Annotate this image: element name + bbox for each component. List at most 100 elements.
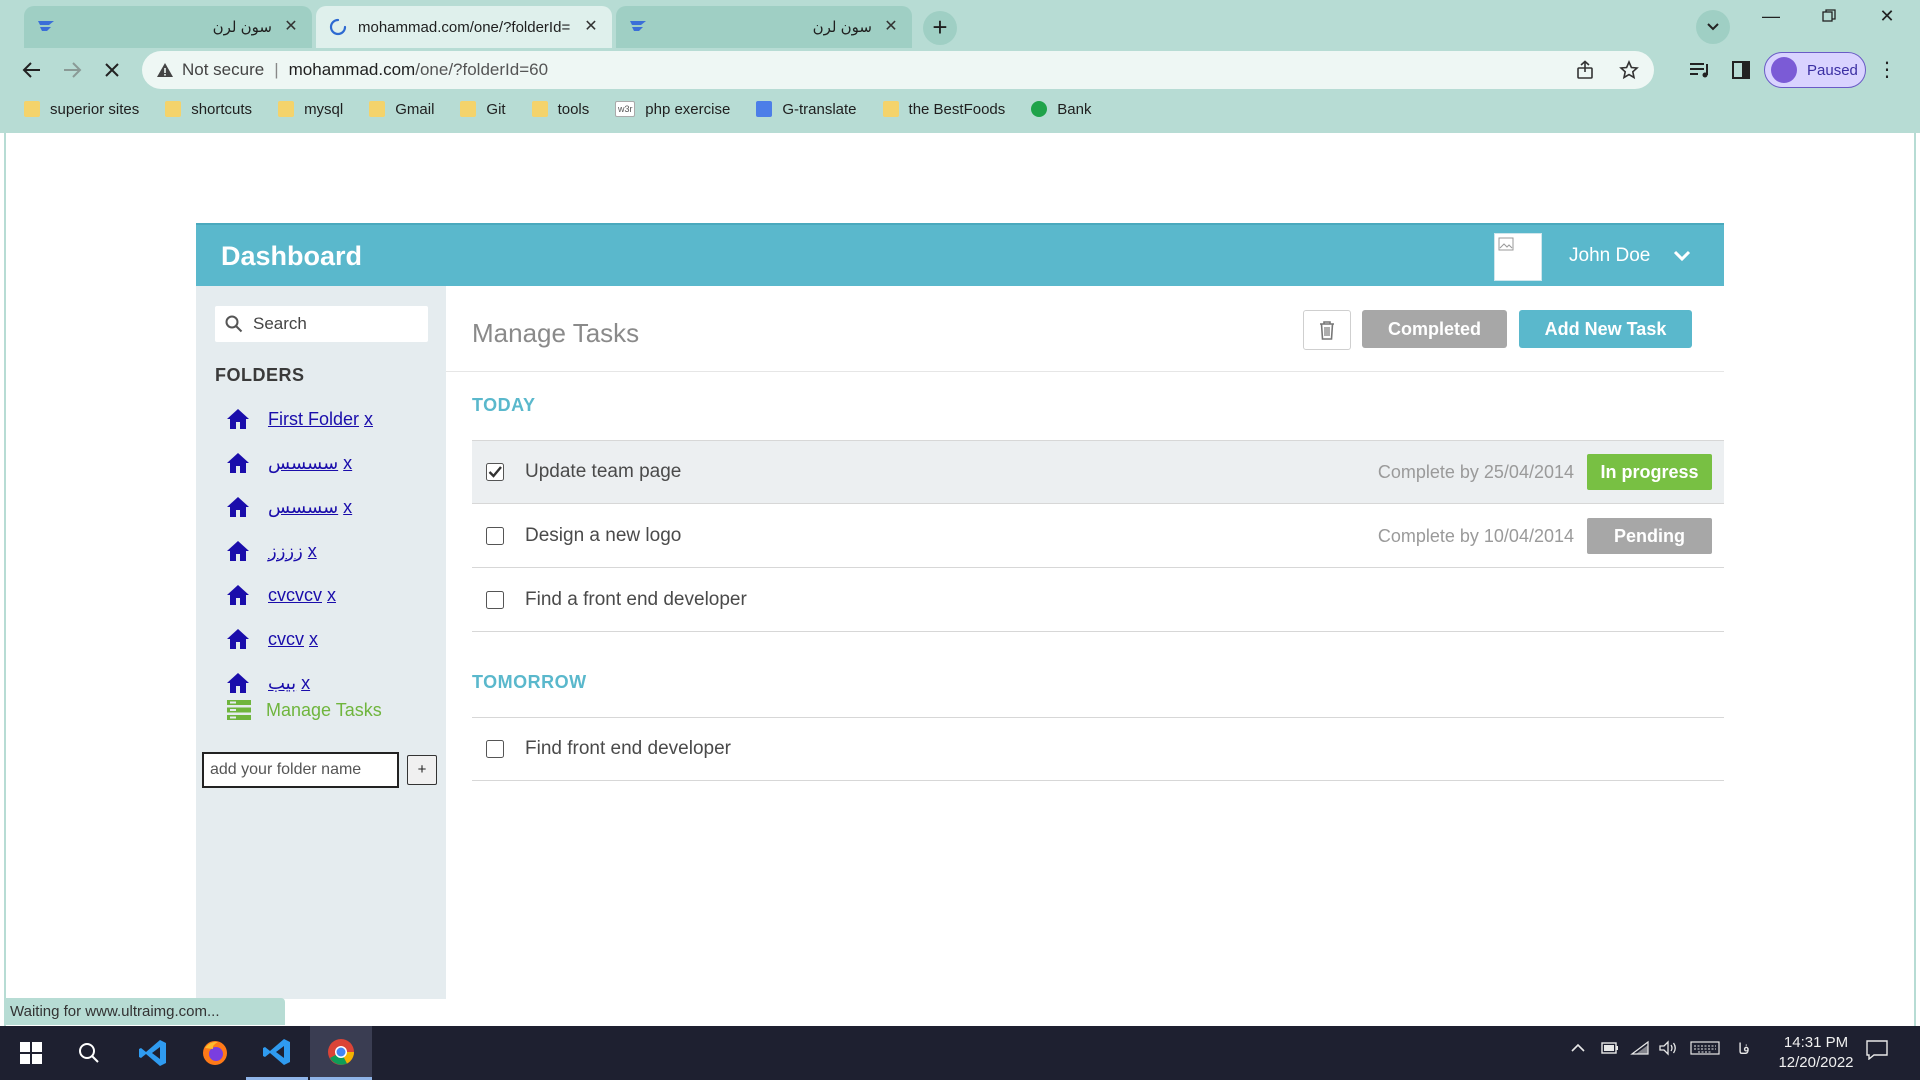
folder-item[interactable]: سسسس x (226, 485, 373, 529)
back-button[interactable] (15, 53, 49, 87)
clock-time: 14:31 PM (1783, 1034, 1849, 1051)
notification-center-icon[interactable] (1866, 1040, 1888, 1064)
start-button[interactable] (0, 1026, 62, 1080)
tab-search-button[interactable] (1696, 10, 1730, 44)
browser-tab-2[interactable]: mohammad.com/one/?folderId= ✕ (316, 6, 612, 48)
browser-tab-3[interactable]: سون لرن ✕ (616, 6, 912, 48)
system-clock[interactable]: 14:31 PM 12/20/2022 (1768, 1033, 1864, 1073)
volume-icon[interactable] (1658, 1040, 1678, 1060)
folder-link[interactable]: cvcvcv (268, 585, 322, 606)
new-tab-button[interactable]: + (923, 11, 957, 45)
task-row[interactable]: Update team page Complete by 25/04/2014 … (472, 441, 1724, 504)
delete-folder-link[interactable]: x (343, 453, 352, 474)
restore-button[interactable] (1800, 0, 1858, 32)
home-icon (227, 497, 249, 517)
bookmark-item[interactable]: tools (531, 101, 589, 118)
delete-folder-link[interactable]: x (343, 497, 352, 518)
avatar (1771, 57, 1797, 83)
taskbar-app-vscode[interactable] (122, 1026, 184, 1080)
folder-name-input[interactable] (202, 752, 399, 788)
close-tab-icon[interactable]: ✕ (882, 18, 900, 36)
media-playlist-icon[interactable] (1686, 56, 1714, 84)
search-input[interactable] (253, 314, 423, 334)
taskbar-app-firefox[interactable] (184, 1026, 246, 1080)
delete-folder-link[interactable]: x (308, 541, 317, 562)
checkbox[interactable] (486, 527, 504, 545)
completed-button[interactable]: Completed (1362, 310, 1507, 348)
bookmark-item[interactable]: Gmail (369, 101, 434, 118)
task-row[interactable]: Find a front end developer (472, 569, 1724, 632)
side-panel-icon[interactable] (1727, 56, 1755, 84)
folder-link[interactable]: سسسس (268, 453, 338, 474)
bookmark-label: Bank (1057, 100, 1092, 118)
taskbar-app-vscode[interactable] (246, 1026, 308, 1080)
bookmark-star-icon[interactable] (1618, 59, 1640, 81)
avatar[interactable] (1494, 233, 1542, 281)
folder-item[interactable]: زززز x (226, 529, 373, 573)
checkbox[interactable] (486, 740, 504, 758)
delete-folder-link[interactable]: x (301, 673, 310, 694)
input-language-indicator[interactable]: فا (1738, 1040, 1750, 1058)
folder-link[interactable]: cvcv (268, 629, 304, 650)
minimize-button[interactable]: — (1742, 0, 1800, 32)
checkbox[interactable] (486, 591, 504, 609)
task-row[interactable]: Find front end developer (472, 718, 1724, 781)
close-tab-icon[interactable]: ✕ (582, 18, 600, 36)
browser-menu-icon[interactable]: ⋮ (1874, 56, 1900, 84)
status-badge: In progress (1587, 454, 1712, 490)
folder-item[interactable]: سسسس x (226, 441, 373, 485)
bookmark-item[interactable]: G-translate (756, 101, 857, 118)
folder-link[interactable]: بیب (268, 673, 296, 694)
bookmark-item[interactable]: superior sites (24, 101, 139, 118)
taskbar-search-button[interactable] (58, 1026, 120, 1080)
search-box[interactable] (215, 306, 428, 342)
battery-icon[interactable] (1600, 1040, 1620, 1060)
clock-date: 12/20/2022 (1778, 1054, 1854, 1071)
bookmark-item[interactable]: mysql (278, 101, 343, 118)
stop-loading-button[interactable] (95, 53, 129, 87)
checkbox-checked[interactable] (486, 463, 504, 481)
forward-button[interactable] (55, 53, 89, 87)
task-row[interactable]: Design a new logo Complete by 10/04/2014… (472, 505, 1724, 568)
bookmark-item[interactable]: Git (460, 101, 506, 118)
bookmark-item[interactable]: shortcuts (165, 101, 252, 118)
firefox-icon (203, 1041, 227, 1065)
task-name: Find a front end developer (525, 589, 747, 610)
folder-link[interactable]: سسسس (268, 497, 338, 518)
folder-link[interactable]: زززز (268, 541, 303, 562)
delete-folder-link[interactable]: x (327, 585, 336, 606)
folder-link[interactable]: First Folder (268, 409, 359, 430)
task-name: Update team page (525, 461, 682, 482)
add-new-task-button[interactable]: Add New Task (1519, 310, 1692, 348)
manage-tasks-link[interactable]: Manage Tasks (226, 699, 382, 721)
share-icon[interactable] (1574, 59, 1596, 81)
address-bar[interactable]: Not secure | mohammad.com/one/?folderId=… (142, 51, 1654, 89)
delete-folder-link[interactable]: x (364, 409, 373, 430)
add-folder-button[interactable]: + (407, 755, 437, 785)
user-name[interactable]: John Doe (1569, 245, 1650, 267)
folder-icon (531, 101, 548, 117)
folder-item[interactable]: cvcv x (226, 617, 373, 661)
bookmark-item[interactable]: Bank (1031, 101, 1091, 118)
sidebar: FOLDERS First Folderx سسسسx سسسسx ززززx … (196, 286, 446, 999)
profile-button[interactable]: Paused (1764, 52, 1866, 88)
chrome-icon (328, 1038, 354, 1065)
bookmark-item[interactable]: the BestFoods (882, 101, 1005, 118)
browser-tab-1[interactable]: سون لرن ✕ (24, 6, 312, 48)
bookmark-item[interactable]: w3r php exercise (615, 101, 730, 118)
delete-button[interactable] (1303, 310, 1351, 350)
keyboard-icon[interactable] (1690, 1040, 1720, 1060)
search-icon (79, 1043, 99, 1063)
warning-icon (157, 63, 173, 77)
chevron-up-icon[interactable] (1570, 1040, 1586, 1060)
wifi-icon[interactable] (1630, 1040, 1650, 1060)
security-label[interactable]: Not secure (182, 60, 264, 80)
close-window-button[interactable]: ✕ (1858, 0, 1916, 32)
folder-item[interactable]: First Folder x (226, 397, 373, 441)
folder-item[interactable]: cvcvcv x (226, 573, 373, 617)
folder-list: First Folder x سسسس x سسسس x زززز x cvcvcv x … (226, 397, 373, 705)
chevron-down-icon[interactable] (1671, 245, 1693, 267)
close-tab-icon[interactable]: ✕ (282, 18, 300, 36)
taskbar-app-chrome[interactable] (310, 1026, 372, 1080)
delete-folder-link[interactable]: x (309, 629, 318, 650)
